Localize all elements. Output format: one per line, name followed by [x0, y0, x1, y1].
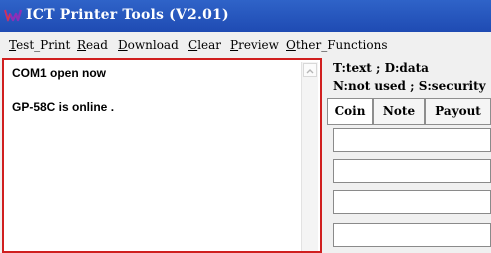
- menu-clear-mnemonic: C: [188, 38, 198, 52]
- menu-clear[interactable]: Clear: [188, 38, 221, 52]
- menu-bar: Test_Print Read Download Clear Preview O…: [0, 32, 491, 54]
- printer-app-icon: [3, 7, 23, 23]
- menu-clear-label: lear: [197, 38, 222, 52]
- menu-download[interactable]: Download: [118, 38, 179, 52]
- tab-coin-label: Coin: [334, 104, 366, 118]
- coin-field-3[interactable]: [333, 190, 491, 214]
- tab-payout[interactable]: Payout: [425, 98, 491, 124]
- menu-other-functions-label: ther_Functions: [295, 38, 388, 52]
- menu-read[interactable]: Read: [77, 38, 108, 52]
- menu-other-functions[interactable]: Other_Functions: [286, 38, 388, 52]
- tab-coin[interactable]: Coin: [327, 98, 373, 125]
- app-window: ICT Printer Tools (V2.01) Test_Print Rea…: [0, 0, 491, 253]
- tab-note-label: Note: [382, 104, 416, 118]
- tab-note[interactable]: Note: [373, 98, 425, 124]
- menu-test-print[interactable]: Test_Print: [9, 38, 70, 52]
- coin-field-2[interactable]: [333, 159, 491, 183]
- menu-other-functions-mnemonic: O: [286, 38, 296, 52]
- scroll-up-button[interactable]: [303, 63, 317, 77]
- menu-download-label: ownload: [127, 38, 179, 52]
- title-bar[interactable]: ICT Printer Tools (V2.01): [0, 0, 491, 32]
- tab-strip: Coin Note Payout: [327, 98, 491, 125]
- log-line: COM1 open now: [12, 66, 106, 80]
- coin-field-1[interactable]: [333, 128, 491, 152]
- menu-test-print-label: est_Print: [16, 38, 71, 52]
- coin-field-4[interactable]: [333, 223, 491, 247]
- type-legend-line-2: N:not used ; S:security: [333, 79, 486, 93]
- menu-preview-mnemonic: P: [230, 38, 239, 52]
- type-legend-line-1: T:text ; D:data: [333, 61, 429, 75]
- menu-read-mnemonic: R: [77, 38, 87, 52]
- menu-preview-label: review: [238, 38, 279, 52]
- window-title: ICT Printer Tools (V2.01): [26, 7, 229, 23]
- menu-read-label: ead: [86, 38, 108, 52]
- log-line: GP-58C is online .: [12, 100, 115, 114]
- log-output[interactable]: COM1 open now GP-58C is online .: [2, 58, 322, 253]
- menu-download-mnemonic: D: [118, 38, 128, 52]
- log-scrollbar[interactable]: [301, 62, 318, 251]
- chevron-up-icon: [306, 69, 314, 74]
- tab-payout-label: Payout: [435, 104, 481, 118]
- menu-preview[interactable]: Preview: [230, 38, 279, 52]
